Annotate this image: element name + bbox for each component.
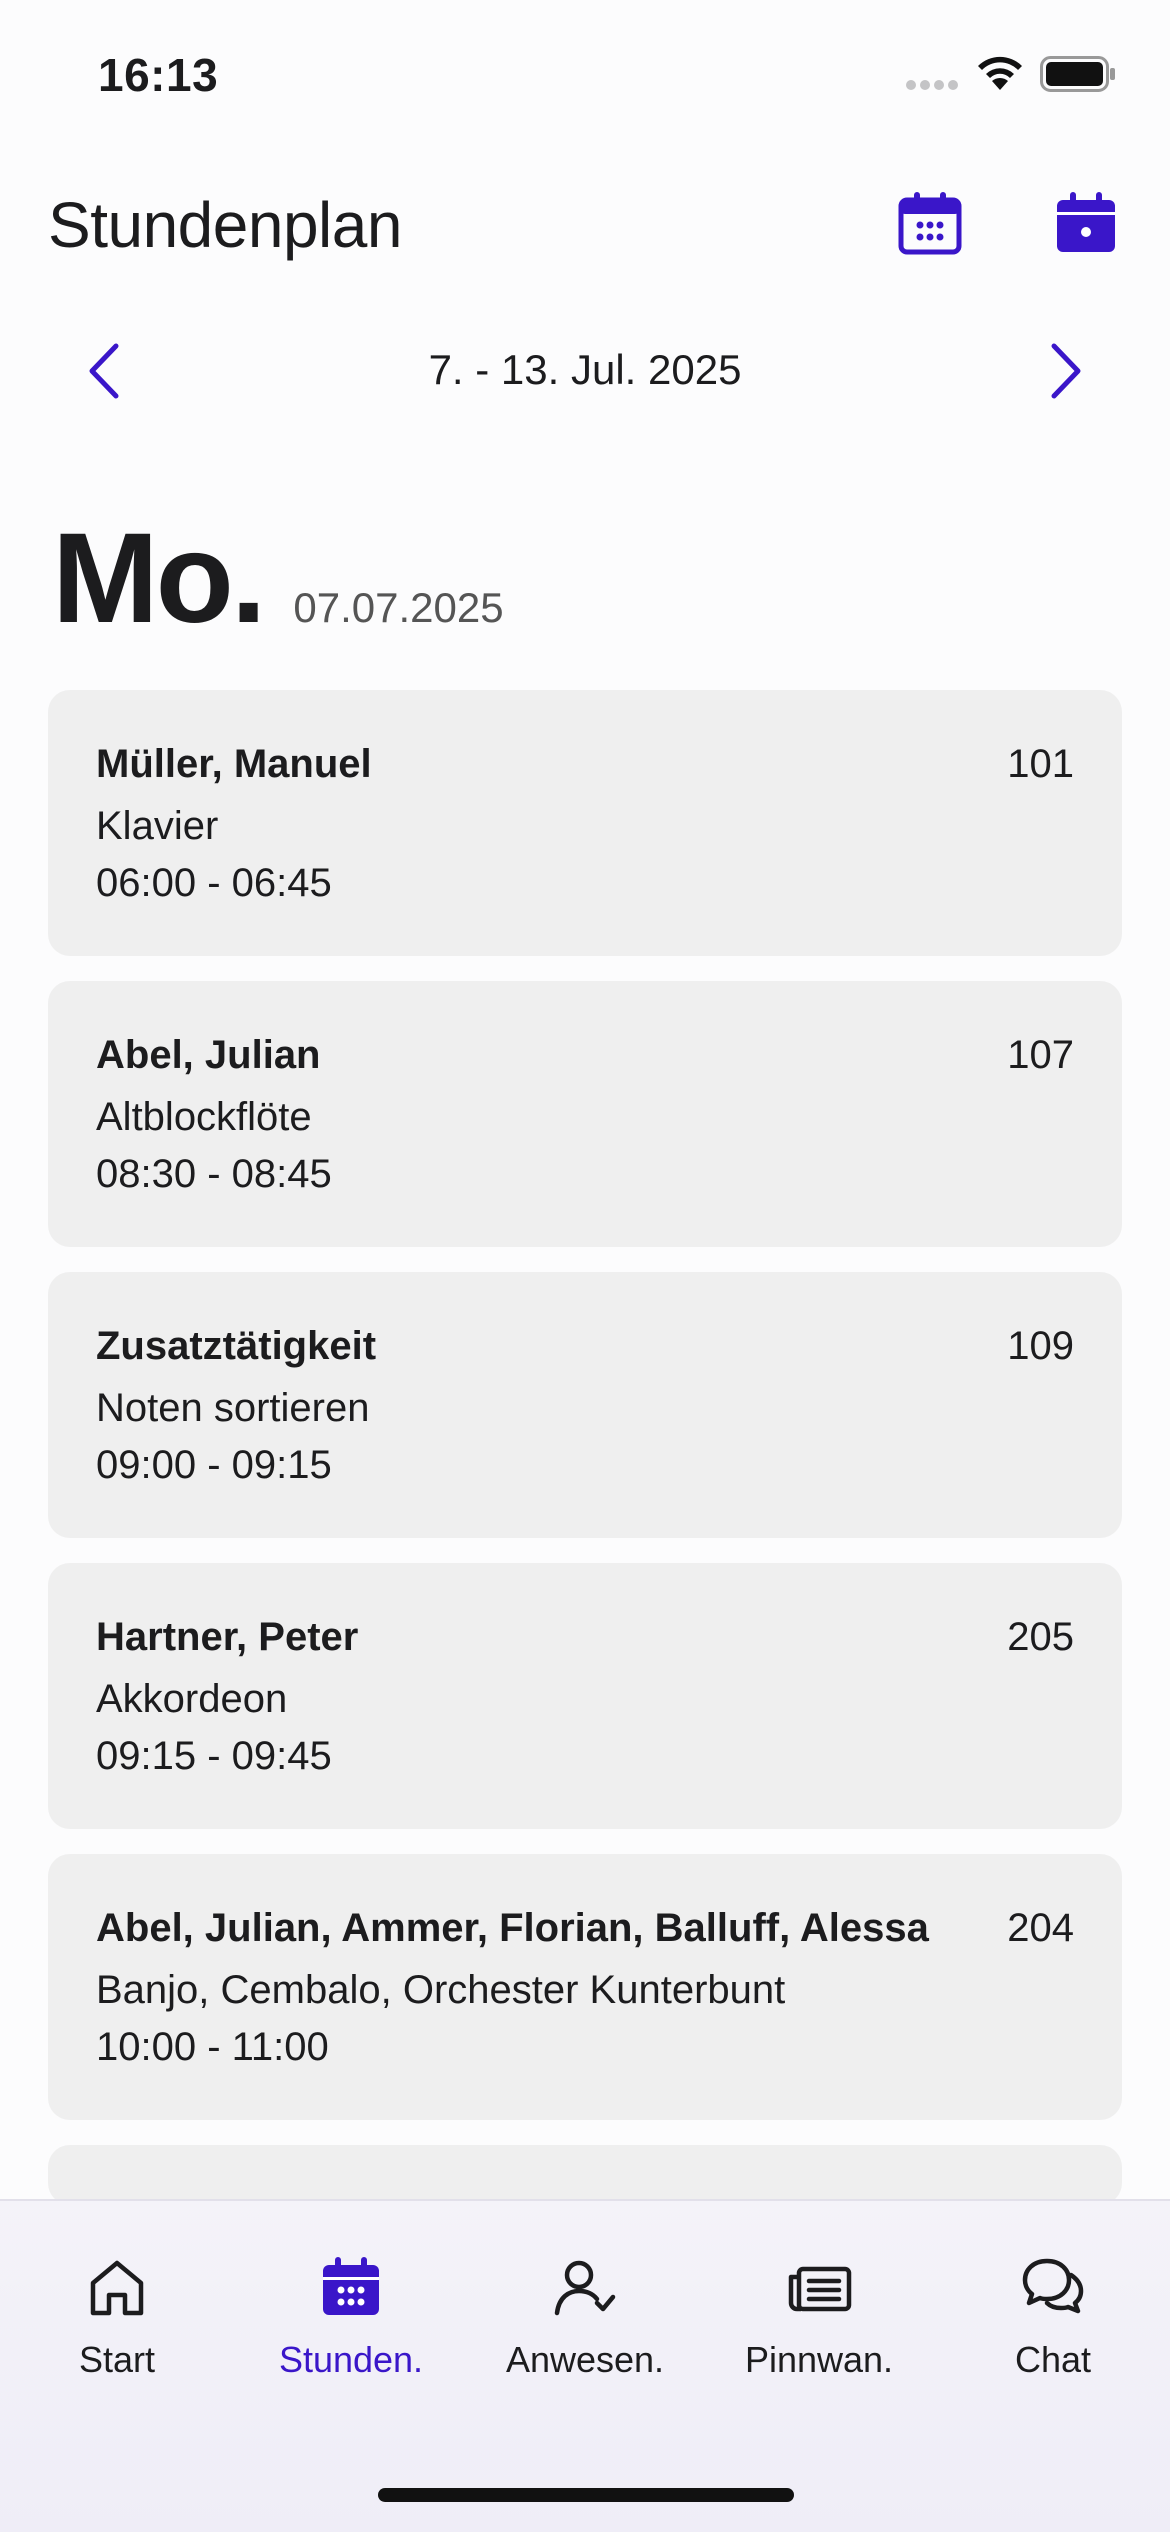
day-date: 07.07.2025: [293, 584, 504, 631]
page-title: Stundenplan: [48, 189, 402, 261]
lesson-subject: Banjo, Cembalo, Orchester Kunterbunt: [96, 1968, 786, 2012]
wifi-icon: [978, 56, 1022, 90]
lesson-room: 205: [1007, 1615, 1074, 1659]
home-icon: [90, 2260, 144, 2316]
lesson-list: Müller, Manuel 101 Klavier 06:00 - 06:45…: [48, 690, 1122, 2230]
calendar-day-icon: [1057, 192, 1115, 252]
status-time: 16:13: [98, 49, 219, 101]
day-view-button[interactable]: [1052, 190, 1120, 258]
tab-pinnwand[interactable]: Pinnwan.: [702, 2201, 936, 2401]
lesson-time: 06:00 - 06:45: [96, 861, 332, 905]
lesson-room: 107: [1007, 1033, 1074, 1077]
lesson-card[interactable]: Zusatztätigkeit 109 Noten sortieren 09:0…: [48, 1272, 1122, 1538]
screen: 16:13 Stundenplan 7. - 13. Jul. 2025 Mo.…: [0, 0, 1170, 2532]
tab-label: Pinnwan.: [744, 2339, 894, 2380]
lesson-room: 204: [1007, 1906, 1074, 1950]
week-view-button[interactable]: [896, 190, 964, 258]
lesson-name: Abel, Julian, Ammer, Florian, Balluff, A…: [96, 1906, 929, 1950]
home-indicator[interactable]: [378, 2488, 794, 2502]
lesson-card[interactable]: Müller, Manuel 101 Klavier 06:00 - 06:45: [48, 690, 1122, 956]
tab-label: Stunden.: [278, 2339, 424, 2380]
cellular-signal-icon: [906, 80, 960, 92]
tab-label: Anwesen.: [505, 2339, 665, 2380]
chat-bubbles-icon: [1022, 2258, 1084, 2314]
lesson-room: 101: [1007, 742, 1074, 786]
lesson-subject: Noten sortieren: [96, 1386, 370, 1430]
calendar-week-icon: [898, 192, 962, 255]
user-check-icon: [554, 2260, 616, 2316]
newspaper-icon: [788, 2266, 852, 2312]
lesson-name: Abel, Julian: [96, 1033, 321, 1077]
lesson-time: 09:15 - 09:45: [96, 1734, 332, 1778]
lesson-card-partial[interactable]: [48, 2145, 1122, 2205]
tab-start[interactable]: Start: [0, 2201, 234, 2401]
tab-bar: Start Stunden. Anwesen. Pinnwan. Chat: [0, 2199, 1170, 2532]
day-heading: Mo. 07.07.2025: [52, 515, 504, 643]
lesson-subject: Akkordeon: [96, 1677, 288, 1721]
lesson-card[interactable]: Hartner, Peter 205 Akkordeon 09:15 - 09:…: [48, 1563, 1122, 1829]
tab-chat[interactable]: Chat: [936, 2201, 1170, 2401]
lesson-name: Zusatztätigkeit: [96, 1324, 377, 1368]
lesson-time: 09:00 - 09:15: [96, 1443, 332, 1487]
week-range-label: 7. - 13. Jul. 2025: [428, 346, 742, 393]
tab-label: Chat: [1014, 2339, 1092, 2380]
tab-label: Start: [78, 2339, 156, 2380]
battery-icon: [1040, 56, 1115, 92]
lesson-card[interactable]: Abel, Julian, Ammer, Florian, Balluff, A…: [48, 1854, 1122, 2120]
lesson-subject: Klavier: [96, 804, 219, 848]
lesson-time: 10:00 - 11:00: [96, 2025, 329, 2069]
lesson-name: Müller, Manuel: [96, 742, 372, 786]
lesson-time: 08:30 - 08:45: [96, 1152, 332, 1196]
tab-anwesenheit[interactable]: Anwesen.: [468, 2201, 702, 2401]
lesson-name: Hartner, Peter: [96, 1615, 359, 1659]
lesson-room: 109: [1007, 1324, 1074, 1368]
status-bar: 16:13: [0, 0, 1170, 150]
tab-stunden[interactable]: Stunden.: [234, 2201, 468, 2401]
lesson-subject: Altblockflöte: [96, 1095, 312, 1139]
next-week-button[interactable]: [1034, 336, 1094, 406]
day-name: Mo.: [52, 507, 266, 650]
lesson-card[interactable]: Abel, Julian 107 Altblockflöte 08:30 - 0…: [48, 981, 1122, 1247]
calendar-icon: [323, 2257, 379, 2315]
chevron-right-icon: [1051, 343, 1081, 399]
